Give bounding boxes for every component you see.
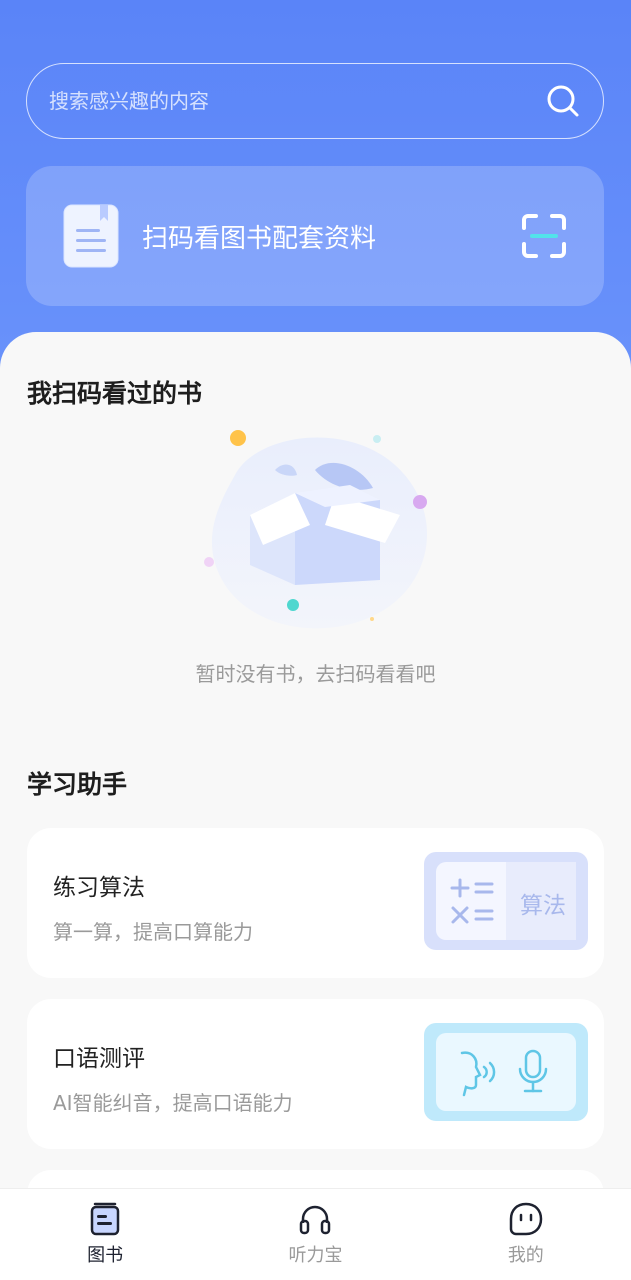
assistant-section-title: 学习助手: [27, 770, 128, 799]
bottom-tab-bar: 图书 听力宝 我的: [0, 1188, 631, 1280]
tab-label: 我的: [507, 1245, 544, 1266]
headphones-icon: [300, 1205, 331, 1235]
tool-subtitle: 算一算，提高口算能力: [53, 920, 253, 944]
tool-card-speech[interactable]: 口语测评 AI智能纠音，提高口语能力: [27, 999, 604, 1149]
tab-label: 听力宝: [288, 1245, 343, 1266]
math-badge-label: 算法: [520, 893, 566, 919]
scan-book-card[interactable]: 扫码看图书配套资料: [26, 166, 604, 306]
tool-subtitle: AI智能纠音，提高口语能力: [53, 1091, 293, 1115]
scan-card-label: 扫码看图书配套资料: [142, 223, 377, 254]
search-bar[interactable]: [26, 63, 604, 139]
history-section-title: 我扫码看过的书: [27, 379, 203, 408]
tab-label: 图书: [87, 1245, 124, 1266]
tool-title: 练习算法: [53, 875, 145, 901]
tool-title: 口语测评: [53, 1046, 145, 1072]
search-input[interactable]: [49, 89, 545, 113]
tab-profile[interactable]: 我的: [421, 1189, 631, 1280]
book-icon: [90, 1202, 120, 1236]
speech-mic-icon: [424, 1023, 588, 1121]
face-icon: [509, 1202, 543, 1236]
search-icon[interactable]: [545, 83, 581, 119]
empty-state-text: 暂时没有书，去扫码看看吧: [195, 662, 436, 686]
tool-card-math[interactable]: 练习算法 算一算，提高口算能力 算法: [27, 828, 604, 978]
tab-books[interactable]: 图书: [0, 1189, 210, 1280]
empty-box-illustration: [204, 430, 428, 629]
document-icon: [63, 204, 119, 268]
scan-qr-icon[interactable]: [520, 212, 568, 260]
tab-listening[interactable]: 听力宝: [210, 1189, 420, 1280]
